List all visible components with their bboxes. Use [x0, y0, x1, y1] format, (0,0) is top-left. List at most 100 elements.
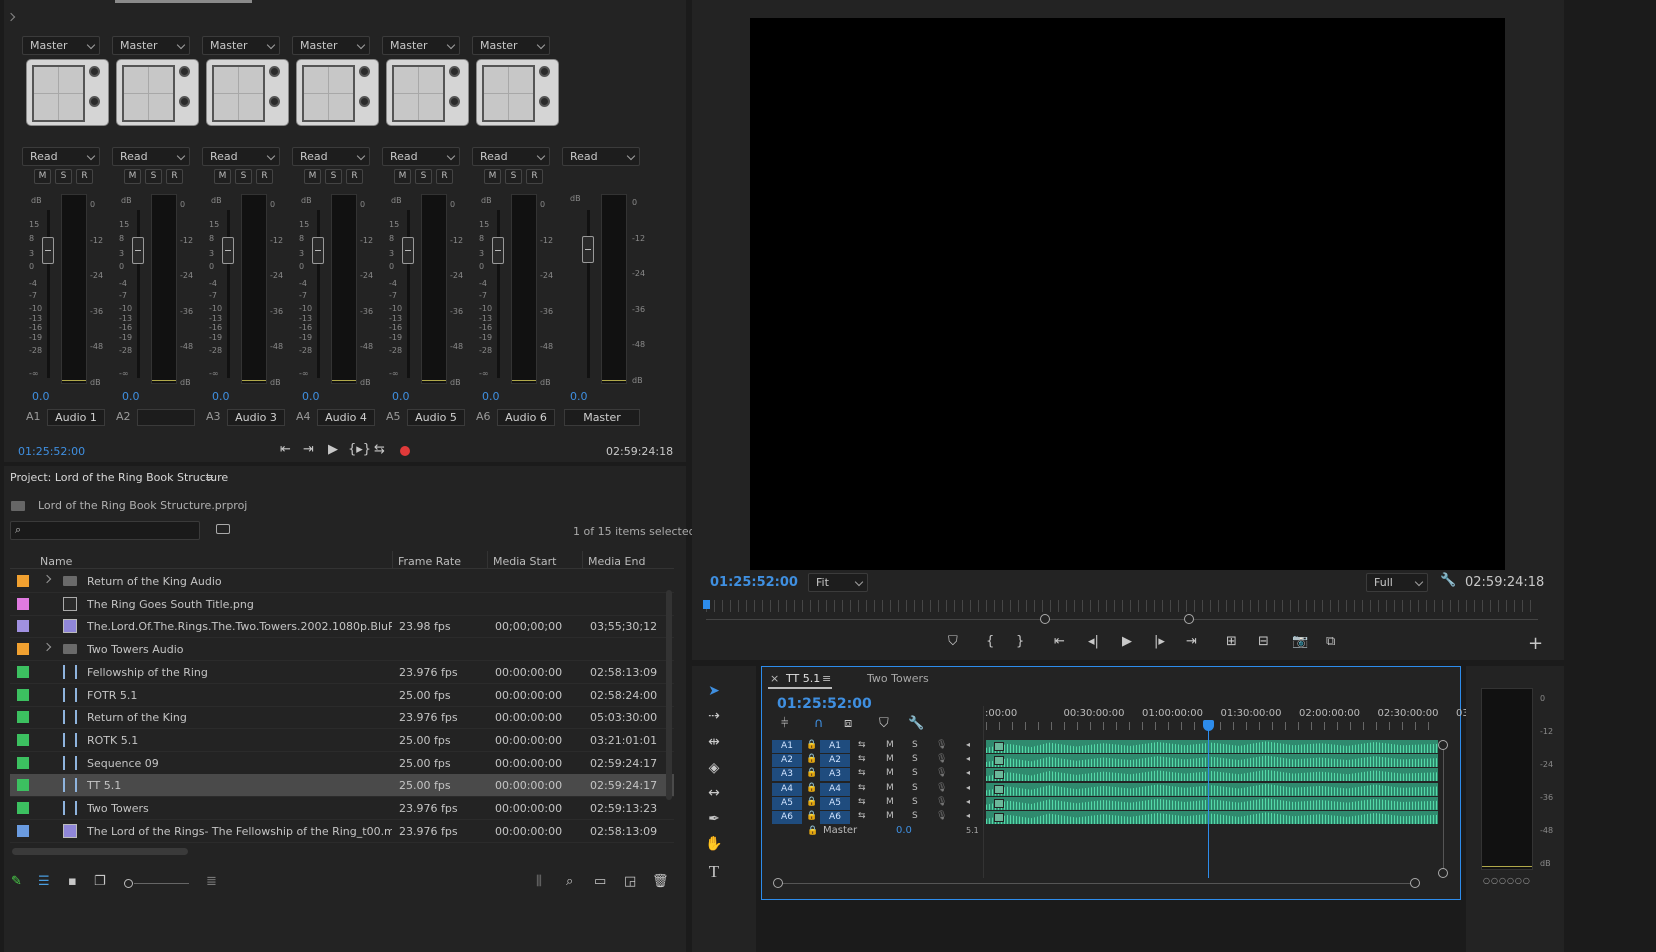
mute-button[interactable]: M: [124, 169, 141, 184]
expand-chevron-icon[interactable]: [42, 574, 52, 584]
master-track-value[interactable]: 0.0: [896, 825, 912, 836]
track-target[interactable]: A2: [820, 754, 850, 768]
linked-selection-icon[interactable]: ⧈: [844, 716, 852, 731]
record-enable-button[interactable]: R: [526, 169, 543, 184]
sync-lock-icon[interactable]: ⇆: [858, 754, 866, 764]
lock-icon[interactable]: 🔒: [806, 768, 817, 778]
channel-volume-value[interactable]: 0.0: [32, 390, 50, 403]
slip-tool-icon[interactable]: ↔: [704, 785, 724, 805]
audio-clip[interactable]: [986, 782, 1438, 796]
pan-panner[interactable]: [206, 59, 289, 126]
play-icon[interactable]: ▶: [328, 442, 338, 457]
pan-panner[interactable]: [476, 59, 559, 126]
record-enable-button[interactable]: R: [166, 169, 183, 184]
track-target[interactable]: A4: [820, 782, 850, 796]
pan-knob-icon[interactable]: [269, 66, 280, 77]
source-patch[interactable]: A5: [772, 796, 802, 810]
go-to-in-icon[interactable]: ⇤: [1054, 634, 1065, 649]
camera-icon[interactable]: 📷: [1292, 634, 1308, 649]
automate-to-sequence-icon[interactable]: ⫼: [536, 874, 542, 889]
timeline-hscroll-handle[interactable]: [773, 878, 783, 888]
label-color-swatch[interactable]: [17, 802, 29, 814]
channel-send-dropdown[interactable]: Master: [472, 36, 550, 55]
audio-clip[interactable]: [986, 796, 1438, 810]
mark-out-icon[interactable]: }: [1016, 634, 1024, 649]
solo-button[interactable]: S: [912, 797, 918, 807]
find-icon[interactable]: ⌕: [566, 874, 573, 889]
voiceover-mic-icon[interactable]: 🎙: [936, 811, 947, 821]
mute-button[interactable]: M: [886, 740, 894, 750]
panel-menu-icon[interactable]: ≡: [822, 672, 831, 685]
snap-icon[interactable]: ∩: [814, 716, 824, 731]
lock-icon[interactable]: 🔒: [806, 740, 817, 750]
icon-view-icon[interactable]: ▪: [68, 874, 77, 889]
sync-lock-icon[interactable]: ⇆: [858, 740, 866, 750]
expand-chevron-icon[interactable]: [6, 12, 16, 22]
mute-button[interactable]: M: [34, 169, 51, 184]
timeline-playhead-head[interactable]: [1203, 720, 1214, 731]
zoom-bar-handle[interactable]: [1184, 614, 1194, 624]
project-item-row[interactable]: Two Towers 23.976 fps 00:00:00:00 02:59:…: [10, 797, 674, 820]
channel-name[interactable]: [137, 409, 195, 426]
project-item-row[interactable]: ROTK 5.1 25.00 fps 00:00:00:00 03:21:01:…: [10, 729, 674, 752]
pan-knob-icon[interactable]: [179, 96, 190, 107]
monitor-zoom-bar[interactable]: [706, 619, 1538, 620]
mute-button[interactable]: M: [484, 169, 501, 184]
pan-knob-icon[interactable]: [359, 66, 370, 77]
mute-button[interactable]: M: [886, 768, 894, 778]
solo-button[interactable]: S: [912, 768, 918, 778]
voiceover-mic-icon[interactable]: 🎙: [936, 754, 947, 764]
project-panel-title[interactable]: Project: Lord of the Ring Book Structure: [10, 471, 228, 484]
channel-name[interactable]: Audio 1: [47, 409, 105, 426]
record-enable-button[interactable]: R: [436, 169, 453, 184]
go-to-in-icon[interactable]: ⇤: [280, 442, 291, 457]
lock-icon[interactable]: 🔒: [806, 797, 817, 807]
channel-name[interactable]: Audio 4: [317, 409, 375, 426]
step-back-icon[interactable]: ◂|: [1088, 634, 1099, 649]
sort-icon[interactable]: ≣: [206, 874, 217, 889]
add-marker-icon[interactable]: ⛉: [879, 716, 889, 731]
timeline-vscroll-handle[interactable]: [1438, 868, 1448, 878]
master-track-lock-icon[interactable]: 🔒: [807, 826, 818, 836]
pan-field[interactable]: [32, 65, 85, 122]
project-item-row[interactable]: The Ring Goes South Title.png: [10, 593, 674, 616]
volume-fader[interactable]: [132, 237, 144, 264]
mute-button[interactable]: M: [304, 169, 321, 184]
label-color-swatch[interactable]: [17, 665, 29, 678]
record-enable-button[interactable]: R: [346, 169, 363, 184]
source-patch[interactable]: A6: [772, 811, 802, 824]
pencil-icon[interactable]: ✎: [11, 874, 22, 889]
label-color-swatch[interactable]: [17, 643, 29, 656]
audio-clip[interactable]: [986, 768, 1438, 782]
solo-button[interactable]: S: [415, 169, 432, 184]
expand-chevron-icon[interactable]: [42, 642, 52, 652]
channel-send-dropdown[interactable]: Master: [112, 36, 190, 55]
solo-button[interactable]: S: [325, 169, 342, 184]
speaker-icon[interactable]: ◂: [966, 754, 970, 763]
project-item-row[interactable]: The Lord of the Rings- The Fellowship of…: [10, 820, 674, 843]
monitor-playhead[interactable]: [703, 600, 710, 609]
track-target[interactable]: A1: [820, 740, 850, 753]
step-forward-icon[interactable]: |▸: [1154, 634, 1165, 649]
fx-badge-icon[interactable]: [994, 798, 1004, 808]
record-enable-button[interactable]: R: [256, 169, 273, 184]
volume-fader[interactable]: [222, 237, 234, 264]
loop-icon[interactable]: ⇆: [374, 442, 385, 457]
project-item-row[interactable]: Return of the King Audio: [10, 570, 674, 593]
channel-name[interactable]: Audio 6: [497, 409, 555, 426]
project-item-row[interactable]: Return of the King 23.976 fps 00:00:00:0…: [10, 706, 674, 730]
pen-tool-icon[interactable]: ✒: [704, 811, 724, 831]
monitor-time-ruler[interactable]: [706, 600, 1538, 612]
mute-button[interactable]: M: [886, 783, 894, 793]
project-item-row[interactable]: Sequence 09 25.00 fps 00:00:00:00 02:59:…: [10, 752, 674, 775]
wrench-icon[interactable]: 🔧: [908, 716, 924, 731]
horizontal-scrollbar[interactable]: [12, 848, 188, 855]
automation-mode-dropdown[interactable]: Read: [472, 147, 550, 166]
add-button-icon[interactable]: +: [1528, 633, 1543, 654]
solo-button[interactable]: S: [912, 811, 918, 821]
project-item-row[interactable]: The.Lord.Of.The.Rings.The.Two.Towers.200…: [10, 615, 674, 639]
pan-panner[interactable]: [296, 59, 379, 126]
timeline-vscroll-handle[interactable]: [1438, 740, 1448, 750]
sync-lock-icon[interactable]: ⇆: [858, 783, 866, 793]
hand-tool-icon[interactable]: ✋: [704, 836, 724, 856]
